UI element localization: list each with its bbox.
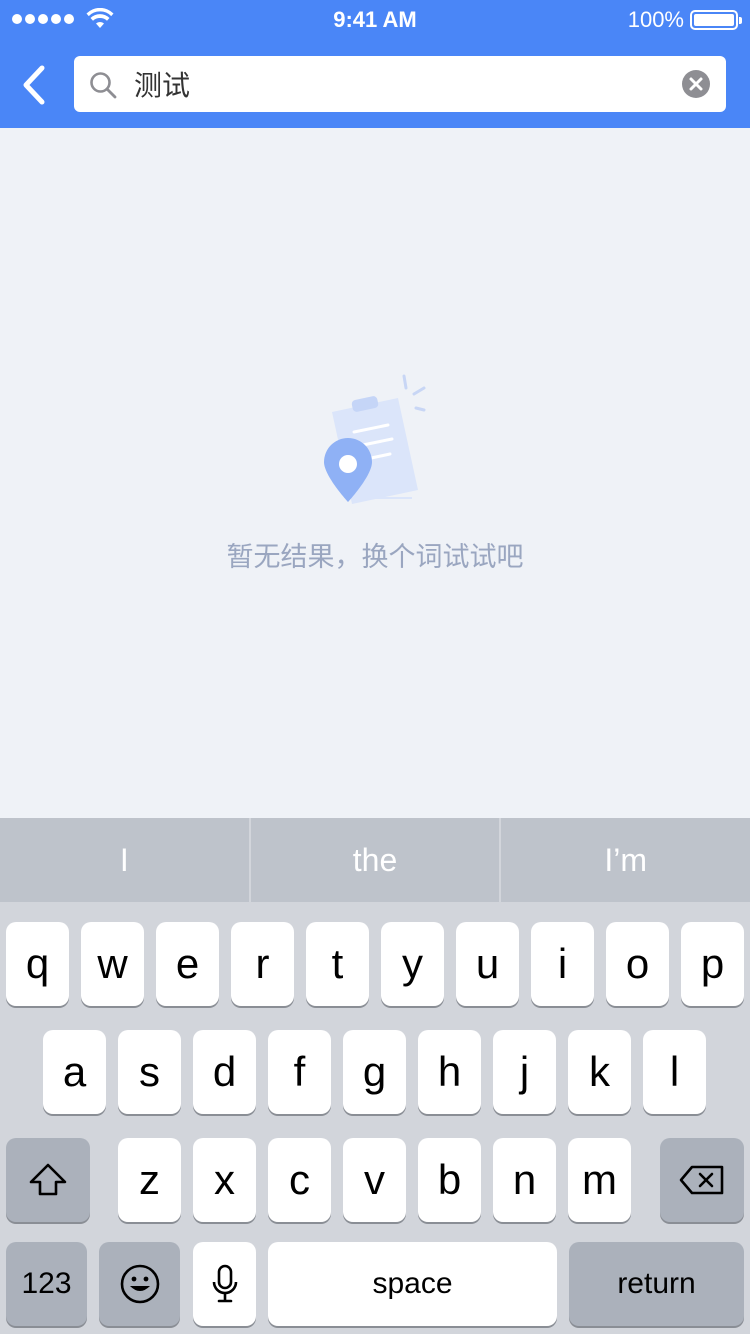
key-s[interactable]: s [118, 1030, 181, 1114]
search-input[interactable] [134, 56, 674, 112]
key-e[interactable]: e [156, 922, 219, 1006]
backspace-icon [679, 1165, 724, 1195]
no-results-illustration-icon [324, 374, 426, 504]
key-g[interactable]: g [343, 1030, 406, 1114]
return-key[interactable]: return [569, 1242, 744, 1326]
key-n[interactable]: n [493, 1138, 556, 1222]
key-x[interactable]: x [193, 1138, 256, 1222]
key-m[interactable]: m [568, 1138, 631, 1222]
shift-icon [29, 1163, 67, 1196]
key-j[interactable]: j [493, 1030, 556, 1114]
key-w[interactable]: w [81, 922, 144, 1006]
suggestion-item[interactable]: I’m [499, 818, 750, 902]
key-z[interactable]: z [118, 1138, 181, 1222]
emoji-key[interactable] [99, 1242, 180, 1326]
key-q[interactable]: q [6, 922, 69, 1006]
search-box [74, 56, 726, 112]
key-p[interactable]: p [681, 922, 744, 1006]
delete-key[interactable] [660, 1138, 744, 1222]
key-r[interactable]: r [231, 922, 294, 1006]
key-d[interactable]: d [193, 1030, 256, 1114]
numbers-key[interactable]: 123 [6, 1242, 87, 1326]
space-key[interactable]: space [268, 1242, 557, 1326]
key-t[interactable]: t [306, 922, 369, 1006]
emoji-icon [120, 1264, 159, 1304]
key-c[interactable]: c [268, 1138, 331, 1222]
keyboard: I the I’m q w e r t y u i o p a s d f g … [0, 818, 750, 1334]
key-f[interactable]: f [268, 1030, 331, 1114]
microphone-icon [212, 1264, 237, 1303]
close-icon [689, 77, 703, 91]
suggestion-item[interactable]: I [0, 818, 249, 902]
dictation-key[interactable] [193, 1242, 256, 1326]
key-b[interactable]: b [418, 1138, 481, 1222]
shift-key[interactable] [6, 1138, 90, 1222]
suggestion-item[interactable]: the [248, 818, 500, 902]
suggestion-bar: I the I’m [0, 818, 750, 902]
status-bar: 9:41 AM 100% [0, 0, 750, 40]
search-icon [90, 72, 117, 99]
key-k[interactable]: k [568, 1030, 631, 1114]
header: 9:41 AM 100% [0, 0, 750, 128]
key-o[interactable]: o [606, 922, 669, 1006]
key-u[interactable]: u [456, 922, 519, 1006]
key-i[interactable]: i [531, 922, 594, 1006]
battery-percentage: 100% [627, 7, 684, 32]
empty-state-message: 暂无结果，换个词试试吧 [226, 542, 524, 573]
key-v[interactable]: v [343, 1138, 406, 1222]
key-a[interactable]: a [43, 1030, 106, 1114]
clear-search-button[interactable] [682, 70, 710, 98]
key-h[interactable]: h [418, 1030, 481, 1114]
battery-icon [690, 10, 742, 30]
key-l[interactable]: l [643, 1030, 706, 1114]
key-y[interactable]: y [381, 922, 444, 1006]
back-button[interactable] [14, 58, 54, 112]
